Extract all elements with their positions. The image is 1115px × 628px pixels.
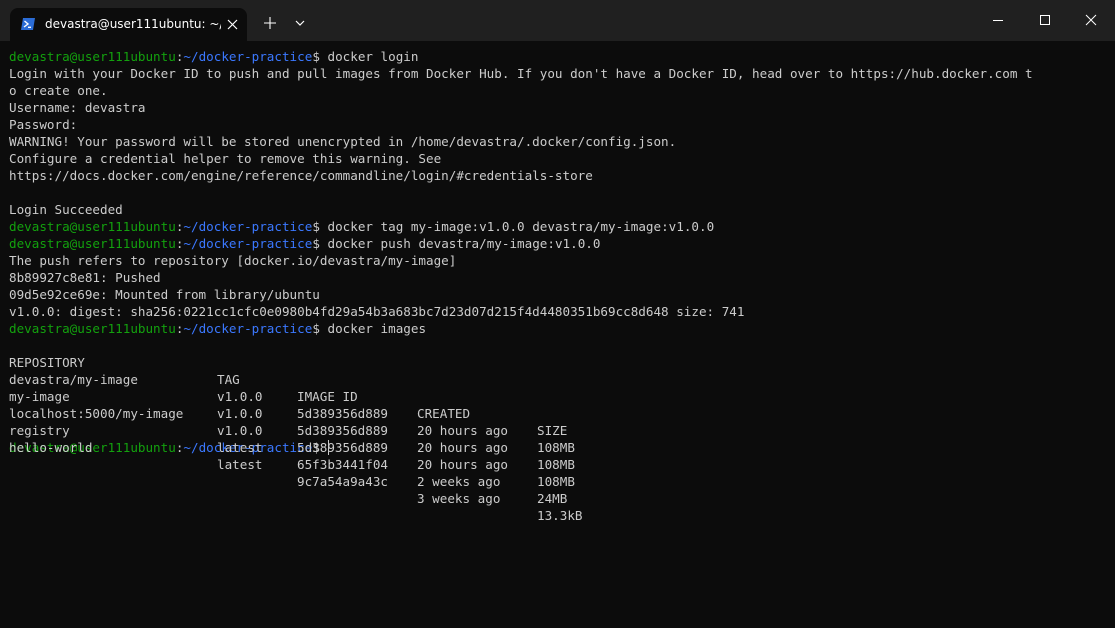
output-line: 8b89927c8e81: Pushed <box>9 270 161 285</box>
output-line: Configure a credential helper to remove … <box>9 151 442 166</box>
prompt-symbol: $ <box>312 321 328 336</box>
prompt-user: devastra@user111ubuntu <box>9 219 176 234</box>
terminal-window: devastra@user111ubuntu: ~/dc devastra@us… <box>0 0 1115 628</box>
close-tab-icon[interactable] <box>224 16 241 33</box>
table-row: registry latest 65f3b3441f04 2 weeks ago… <box>9 405 1109 506</box>
table-row: devastra/my-image v1.0.0 5d389356d889 20… <box>9 354 1109 455</box>
cell-created: 3 weeks ago <box>417 491 501 506</box>
output-line: o create one. <box>9 83 108 98</box>
chevron-down-icon[interactable] <box>290 12 310 34</box>
tab-terminal[interactable]: devastra@user111ubuntu: ~/dc <box>10 8 247 41</box>
cell-size: 108MB <box>537 440 575 455</box>
command-line: devastra@user111ubuntu:~/docker-practice… <box>9 218 1109 235</box>
table-row: localhost:5000/my-image v1.0.0 5d389356d… <box>9 388 1109 489</box>
output-line: Login Succeeded <box>9 202 123 217</box>
prompt-symbol: $ <box>312 236 328 251</box>
output-line: v1.0.0: digest: sha256:0221cc1cfc0e0980b… <box>9 304 745 319</box>
command-text: docker push devastra/my-image:v1.0.0 <box>327 236 601 251</box>
powershell-icon <box>20 17 36 31</box>
output-line: The push refers to repository [docker.io… <box>9 253 457 268</box>
cell-created: 2 weeks ago <box>417 474 501 489</box>
command-line: devastra@user111ubuntu:~/docker-practice… <box>9 320 1109 337</box>
close-window-icon[interactable] <box>1068 4 1114 36</box>
output-line: Password: <box>9 117 78 132</box>
cell-size: 108MB <box>537 474 575 489</box>
command-line: devastra@user111ubuntu:~/docker-practice… <box>9 235 1109 252</box>
cell-image-id: 9c7a54a9a43c <box>297 474 388 489</box>
command-text: docker login <box>327 49 419 64</box>
table-row: my-image v1.0.0 5d389356d889 20 hours ag… <box>9 371 1109 472</box>
maximize-icon[interactable] <box>1022 4 1068 36</box>
cell-tag: latest <box>217 457 263 472</box>
cell-size: 13.3kB <box>537 508 583 523</box>
prompt-user: devastra@user111ubuntu <box>9 236 176 251</box>
output-line: Login with your Docker ID to push and pu… <box>9 66 1033 81</box>
cell-created: 20 hours ago <box>417 440 508 455</box>
cell-created: 20 hours ago <box>417 457 508 472</box>
images-table: REPOSITORY TAG IMAGE ID CREATED SIZE dev… <box>9 337 1109 523</box>
output-line: Username: devastra <box>9 100 146 115</box>
tab-title: devastra@user111ubuntu: ~/dc <box>45 17 221 31</box>
cell-image-id: 5d389356d889 <box>297 440 388 455</box>
prompt-user: devastra@user111ubuntu <box>9 49 176 64</box>
command-text: docker tag my-image:v1.0.0 devastra/my-i… <box>327 219 715 234</box>
title-bar[interactable]: devastra@user111ubuntu: ~/dc <box>0 0 1115 41</box>
cell-image-id: 65f3b3441f04 <box>297 457 388 472</box>
cell-repository: hello-world <box>9 440 93 455</box>
prompt-path: ~/docker-practice <box>183 219 313 234</box>
prompt-path: ~/docker-practice <box>183 49 313 64</box>
prompt-user: devastra@user111ubuntu <box>9 321 176 336</box>
cell-size: 108MB <box>537 457 575 472</box>
prompt-symbol: $ <box>312 49 328 64</box>
cell-tag: latest <box>217 440 263 455</box>
table-row: hello-world latest 9c7a54a9a43c 3 weeks … <box>9 422 1109 523</box>
output-line: https://docs.docker.com/engine/reference… <box>9 168 593 183</box>
prompt-symbol: $ <box>312 219 328 234</box>
prompt-path: ~/docker-practice <box>183 321 313 336</box>
minimize-icon[interactable] <box>975 4 1021 36</box>
output-line: 09d5e92ce69e: Mounted from library/ubunt… <box>9 287 320 302</box>
prompt-path: ~/docker-practice <box>183 236 313 251</box>
command-text: docker images <box>327 321 427 336</box>
terminal-output[interactable]: devastra@user111ubuntu:~/docker-practice… <box>9 48 1109 523</box>
output-line: WARNING! Your password will be stored un… <box>9 134 677 149</box>
table-header-row: REPOSITORY TAG IMAGE ID CREATED SIZE <box>9 337 1109 438</box>
command-line: devastra@user111ubuntu:~/docker-practice… <box>9 48 1109 65</box>
new-tab-icon[interactable] <box>259 12 281 34</box>
cell-size: 24MB <box>537 491 568 506</box>
